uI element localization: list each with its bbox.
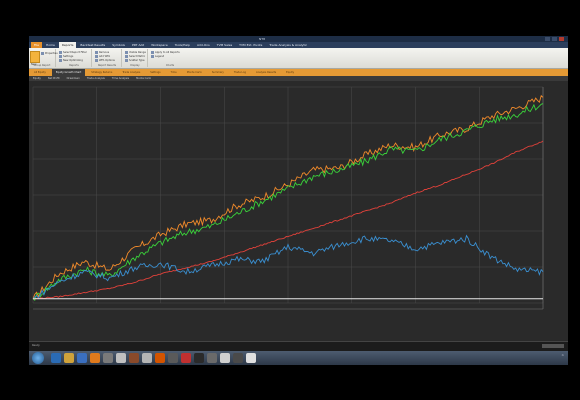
taskbar-app-icon[interactable] bbox=[194, 353, 204, 363]
screen: NT8 File Home Reports Backtest Results S… bbox=[29, 0, 568, 400]
properties-icon bbox=[41, 52, 44, 55]
zoom-slider[interactable] bbox=[542, 344, 564, 348]
apply-icon bbox=[151, 51, 154, 54]
wfa-options-button[interactable]: WFA Options bbox=[95, 59, 115, 62]
taskbar-app-icon[interactable] bbox=[155, 353, 165, 363]
ribbon-group-report-results: Remove Add WFA WFA Options Report Result… bbox=[93, 49, 122, 67]
add-icon bbox=[95, 55, 98, 58]
tray-clock-icon[interactable]: ⏲ bbox=[562, 353, 564, 357]
window-controls bbox=[545, 37, 564, 41]
optimize-icon bbox=[59, 59, 62, 62]
taskbar-app-icon[interactable] bbox=[142, 353, 152, 363]
metric-icon bbox=[125, 55, 128, 58]
taskbar-app-icon[interactable] bbox=[168, 353, 178, 363]
settings-button[interactable]: Settings bbox=[59, 55, 73, 58]
add-wfa-button[interactable]: Add WFA bbox=[95, 55, 110, 58]
select-report-filter-button[interactable]: Select Report Filter bbox=[59, 51, 87, 54]
doc-tab-trade-log[interactable]: Trade Log bbox=[230, 69, 250, 76]
doc-tab-time[interactable]: Time bbox=[167, 69, 181, 76]
scatter-type-button[interactable]: Scatter Type bbox=[125, 59, 145, 62]
taskbar-app-icon[interactable] bbox=[77, 353, 87, 363]
new-optimizing-button[interactable]: New Optimizing bbox=[59, 59, 83, 62]
filter-icon bbox=[59, 51, 62, 54]
properties-button[interactable]: Properties bbox=[41, 52, 58, 55]
doc-tab-monte-carlo[interactable]: Monte Carlo bbox=[183, 69, 206, 76]
taskbar-app-icon[interactable] bbox=[233, 353, 243, 363]
taskbar-app-icon[interactable] bbox=[246, 353, 256, 363]
ribbon-group-label: Charts bbox=[165, 64, 175, 67]
gear-icon bbox=[59, 55, 62, 58]
doc-tab-all-equity[interactable]: All Equity bbox=[30, 69, 50, 76]
maximize-icon[interactable] bbox=[552, 37, 557, 41]
ribbon-group-charts: Apply to All Reports Legend Charts bbox=[149, 49, 191, 67]
ribbon-group-label: Group Report bbox=[33, 64, 51, 67]
visible-range-button[interactable]: Visible Range bbox=[125, 51, 146, 54]
ribbon-group-label: Reports bbox=[69, 64, 79, 67]
minimize-icon[interactable] bbox=[545, 37, 550, 41]
taskbar-app-icon[interactable] bbox=[116, 353, 126, 363]
doc-tab-equity[interactable]: Equity bbox=[282, 69, 298, 76]
start-button[interactable] bbox=[32, 352, 44, 364]
legend-icon bbox=[151, 55, 154, 58]
doc-tab-equity-growth-chart[interactable]: Equity Growth Chart bbox=[51, 69, 86, 76]
doc-tab-summary[interactable]: Summary bbox=[208, 69, 228, 76]
taskbar-app-icon[interactable] bbox=[129, 353, 139, 363]
taskbar-app-icon[interactable] bbox=[51, 353, 61, 363]
document-tabs: All Equity Equity Growth Chart Strategy … bbox=[29, 69, 568, 76]
close-icon[interactable] bbox=[559, 37, 564, 41]
equity-chart[interactable] bbox=[29, 81, 568, 341]
scatter-icon bbox=[125, 59, 128, 62]
screen-bezel bbox=[29, 365, 568, 400]
system-tray: ⏲ bbox=[562, 353, 564, 357]
equity-chart-panel[interactable] bbox=[29, 81, 568, 341]
doc-tab-analysis-results[interactable]: Analysis Results bbox=[252, 69, 280, 76]
taskbar-app-icon[interactable] bbox=[181, 353, 191, 363]
ribbon-group-label: Report Results bbox=[97, 64, 117, 67]
ribbon-group-label: Display bbox=[130, 64, 140, 67]
select-metric-button[interactable]: Select Metric bbox=[125, 55, 145, 58]
doc-tab-strategy-returns[interactable]: Strategy Returns bbox=[87, 69, 116, 76]
taskbar-app-icon[interactable] bbox=[220, 353, 230, 363]
options-icon bbox=[95, 59, 98, 62]
legend-button[interactable]: Legend bbox=[151, 55, 164, 58]
ribbon-group-display: Visible Range Select Metric Scatter Type… bbox=[123, 49, 148, 67]
remove-button[interactable]: Remove bbox=[95, 51, 109, 54]
doc-tab-trade-analysis[interactable]: Trade Analysis bbox=[118, 69, 144, 76]
doc-tab-settings[interactable]: Settings bbox=[146, 69, 164, 76]
taskbar-app-icon[interactable] bbox=[90, 353, 100, 363]
taskbar-app-icon[interactable] bbox=[64, 353, 74, 363]
ribbon: New Properties Group Report Select Repor… bbox=[29, 48, 568, 69]
chart-background bbox=[29, 81, 568, 341]
ribbon-group-reports: Select Report Filter Settings New Optimi… bbox=[57, 49, 92, 67]
taskbar-app-icon[interactable] bbox=[103, 353, 113, 363]
taskbar: ⏲ bbox=[29, 351, 568, 365]
status-text: Ready bbox=[32, 344, 40, 347]
ribbon-group-report: New Properties Group Report bbox=[29, 49, 58, 67]
taskbar-app-icon[interactable] bbox=[207, 353, 217, 363]
new-report-button[interactable]: New bbox=[30, 51, 40, 66]
apply-to-all-reports-button[interactable]: Apply to All Reports bbox=[151, 51, 180, 54]
remove-icon bbox=[95, 51, 98, 54]
range-icon bbox=[125, 51, 128, 54]
